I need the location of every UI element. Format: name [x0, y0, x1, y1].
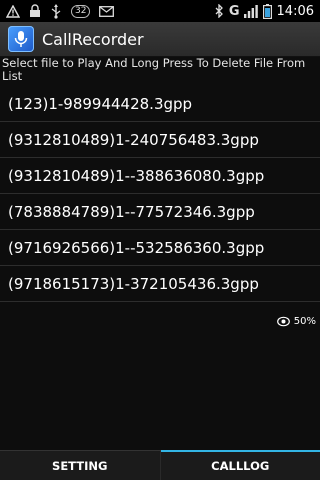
recording-item[interactable]: (9312810489)1--388636080.3gpp [0, 158, 320, 194]
tab-setting[interactable]: SETTING [0, 451, 160, 480]
warning-icon [6, 4, 20, 18]
app-title: CallRecorder [42, 29, 144, 49]
tab-bar: SETTING CALLLOG [0, 450, 320, 480]
recording-item[interactable]: (9716926566)1--532586360.3gpp [0, 230, 320, 266]
action-bar: CallRecorder [0, 22, 320, 57]
recording-item[interactable]: (123)1-989944428.3gpp [0, 86, 320, 122]
signal-icon [243, 4, 258, 18]
recording-list: (123)1-989944428.3gpp (9312810489)1-2407… [0, 86, 320, 302]
recording-item[interactable]: (9312810489)1-240756483.3gpp [0, 122, 320, 158]
recording-item[interactable]: (7838884789)1--77572346.3gpp [0, 194, 320, 230]
notification-count-badge: 32 [71, 4, 91, 18]
instruction-text: Select file to Play And Long Press To De… [2, 56, 306, 83]
lock-icon [29, 4, 41, 18]
recording-item[interactable]: (9718615173)1-372105436.3gpp [0, 266, 320, 302]
app-icon[interactable] [8, 26, 34, 52]
bluetooth-icon [215, 4, 224, 18]
eye-icon [276, 316, 290, 327]
tab-calllog[interactable]: CALLLOG [159, 450, 320, 480]
zoom-label: 50% [293, 315, 316, 327]
status-left: 32 [0, 0, 115, 22]
usb-icon [50, 3, 62, 19]
status-right: G 14:06 [215, 0, 320, 22]
zoom-indicator: 50% [276, 312, 316, 330]
network-type-label: G [228, 3, 240, 19]
status-bar: 32 G 14:06 [0, 0, 320, 22]
screen: 32 G 14:06 CallRecorder Select file to P… [0, 0, 320, 480]
battery-icon [262, 3, 272, 19]
mail-icon [99, 5, 115, 17]
clock: 14:06 [276, 3, 314, 19]
